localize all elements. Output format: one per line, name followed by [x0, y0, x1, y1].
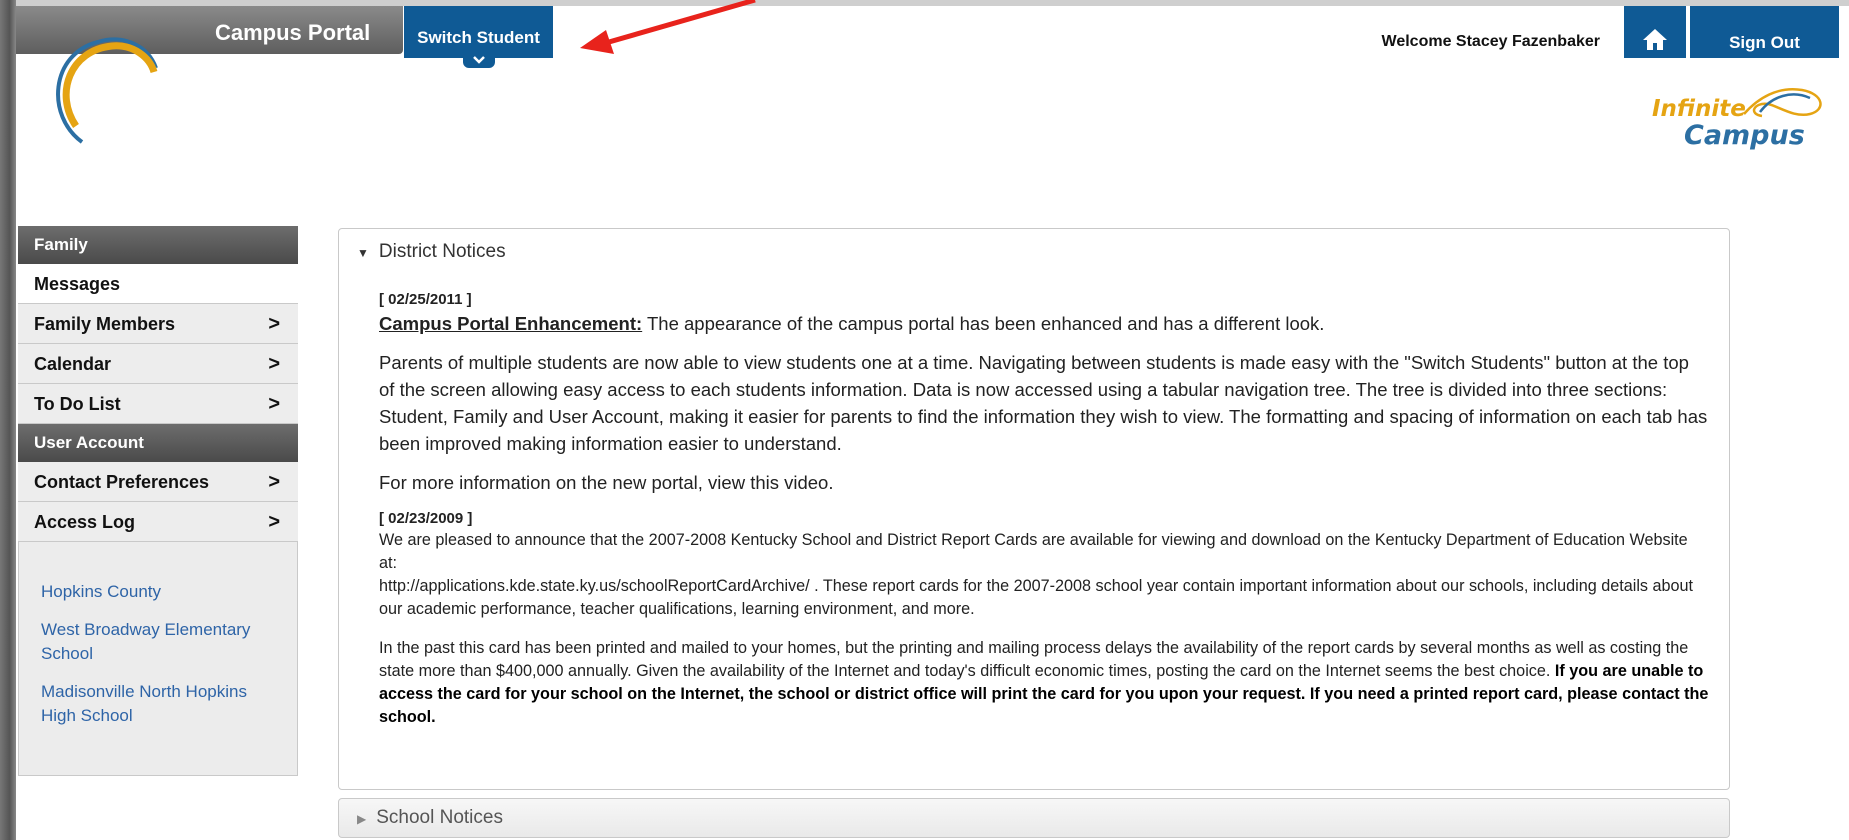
- chevron-right-icon: >: [268, 393, 280, 415]
- sidebar-item-to-do-list[interactable]: To Do List >: [18, 384, 298, 424]
- district-notices-panel: ▼ District Notices [ 02/25/2011 ] Campus …: [338, 228, 1730, 790]
- sign-out-label: Sign Out: [1729, 33, 1800, 52]
- switch-student-button[interactable]: Switch Student: [404, 6, 553, 58]
- notice-paragraph: For more information on the new portal, …: [379, 472, 834, 493]
- portal-title: Campus Portal: [215, 20, 371, 45]
- school-link-west-broadway[interactable]: West Broadway Elementary School: [41, 618, 285, 666]
- sidebar-item-label: Family Members: [34, 314, 176, 334]
- sign-out-button[interactable]: Sign Out: [1690, 6, 1839, 58]
- notice-date: [ 02/25/2011 ]: [379, 291, 472, 308]
- home-icon: [1643, 29, 1667, 50]
- home-button[interactable]: [1624, 6, 1686, 58]
- notice-paragraph: We are pleased to announce that the 2007…: [379, 529, 1709, 621]
- school-list: Hopkins County West Broadway Elementary …: [18, 542, 298, 776]
- sidebar-item-family-members[interactable]: Family Members >: [18, 304, 298, 344]
- sidebar: Family Messages Family Members > Calenda…: [18, 226, 298, 776]
- sidebar-item-label: Calendar: [34, 354, 112, 374]
- sidebar-item-calendar[interactable]: Calendar >: [18, 344, 298, 384]
- infinite-campus-logo: Infinite Campus: [1652, 84, 1832, 154]
- notice-paragraph: Parents of multiple students are now abl…: [379, 352, 1708, 454]
- infinity-loop-icon: [1743, 87, 1822, 118]
- switch-student-dropdown[interactable]: [463, 54, 495, 68]
- sidebar-header-family: Family: [18, 226, 298, 264]
- sidebar-item-label: Access Log: [34, 512, 136, 532]
- sidebar-item-access-log[interactable]: Access Log >: [18, 502, 298, 542]
- sidebar-item-label: Contact Preferences: [34, 472, 210, 492]
- sidebar-item-label: To Do List: [34, 394, 121, 414]
- welcome-text: Welcome Stacey Fazenbaker: [1381, 33, 1600, 50]
- sidebar-item-label: Messages: [34, 274, 121, 294]
- campus-logo-swoosh: [56, 37, 158, 144]
- notice-paragraph: In the past this card has been printed a…: [379, 637, 1709, 729]
- triangle-right-icon: ▶: [357, 812, 367, 826]
- notice-text: In the past this card has been printed a…: [379, 639, 1689, 680]
- annotation-arrow: [580, 0, 756, 54]
- notice-headline-text: The appearance of the campus portal has …: [642, 313, 1325, 334]
- sidebar-item-messages[interactable]: Messages: [18, 264, 298, 304]
- district-notices-body: [ 02/25/2011 ] Campus Portal Enhancement…: [379, 291, 1709, 745]
- school-notices-toggle[interactable]: ▶ School Notices: [357, 807, 503, 829]
- notice-headline: Campus Portal Enhancement:: [379, 313, 643, 334]
- school-notices-panel[interactable]: ▶ School Notices: [338, 798, 1730, 838]
- school-link-hopkins-county[interactable]: Hopkins County: [41, 580, 285, 604]
- sidebar-item-contact-preferences[interactable]: Contact Preferences >: [18, 462, 298, 502]
- notice-paragraph: Campus Portal Enhancement: The appearanc…: [379, 310, 1709, 337]
- window-left-edge: [0, 0, 16, 840]
- notice-date: [ 02/23/2009 ]: [379, 510, 473, 527]
- chevron-right-icon: >: [268, 471, 280, 493]
- triangle-down-icon: ▼: [357, 246, 369, 260]
- district-notices-title: District Notices: [378, 241, 506, 262]
- sidebar-header-user-account: User Account: [18, 424, 298, 462]
- notice-text: We are pleased to announce that the 2007…: [379, 531, 1688, 572]
- chevron-down-icon: [473, 56, 485, 64]
- school-link-madisonville-north[interactable]: Madisonville North Hopkins High School: [41, 680, 285, 728]
- switch-student-label: Switch Student: [417, 28, 540, 47]
- district-notices-toggle[interactable]: ▼ District Notices: [357, 241, 506, 263]
- report-card-url-text: http://applications.kde.state.ky.us/scho…: [379, 577, 1694, 618]
- chevron-right-icon: >: [268, 511, 280, 533]
- school-notices-title: School Notices: [376, 807, 503, 828]
- logo-text-campus: Campus: [1684, 120, 1805, 151]
- chevron-right-icon: >: [268, 313, 280, 335]
- chevron-right-icon: >: [268, 353, 280, 375]
